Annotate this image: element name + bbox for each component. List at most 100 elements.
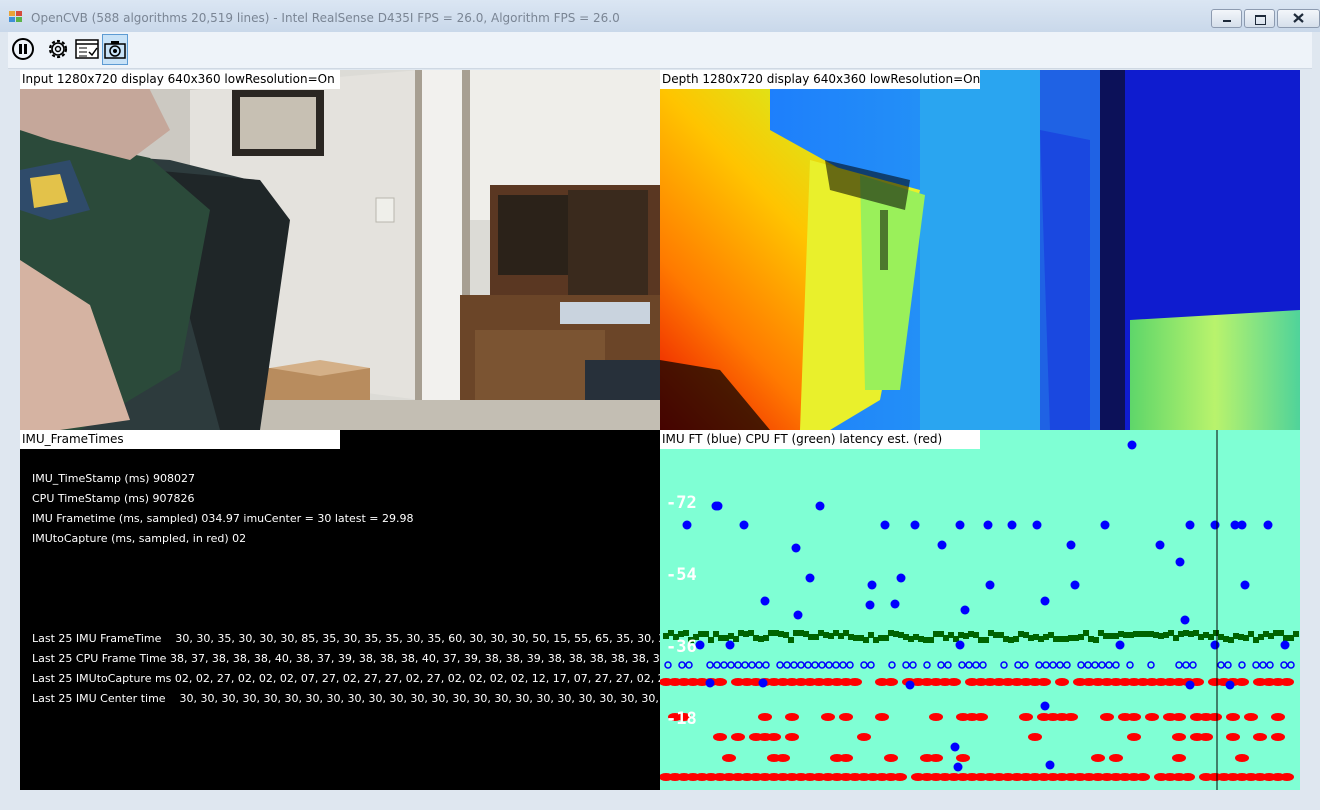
center-point: [888, 661, 896, 669]
close-button[interactable]: [1277, 9, 1320, 28]
center-point: [867, 661, 875, 669]
center-point: [958, 661, 966, 669]
imu-frametime-point: [791, 543, 801, 553]
latency-point: [1181, 773, 1195, 781]
settings-button[interactable]: [45, 34, 71, 65]
center-point: [1175, 661, 1183, 669]
latency-point: [713, 733, 727, 741]
latency-point: [785, 713, 799, 721]
tick-label-18: -18: [666, 709, 697, 729]
latency-point: [839, 754, 853, 762]
depth-panel[interactable]: Depth 1280x720 display 640x360 lowResolu…: [660, 70, 1300, 430]
camera-icon: [104, 41, 126, 59]
app-window-icon: [9, 11, 23, 23]
latency-point: [767, 733, 781, 741]
center-point: [804, 661, 812, 669]
input-image: [20, 70, 660, 430]
imu-frametime-point: [682, 520, 692, 530]
imu-frametime-point: [805, 573, 815, 583]
cpu-frametime-point: [708, 637, 714, 643]
imu-frametime-point: [793, 610, 803, 620]
center-point: [909, 661, 917, 669]
latency-point: [731, 733, 745, 741]
center-point: [979, 661, 987, 669]
center-point: [1035, 661, 1043, 669]
center-point: [713, 661, 721, 669]
imu-frametime-point: [1175, 557, 1185, 567]
center-point: [1238, 661, 1246, 669]
window-title: OpenCVB (588 algorithms 20,519 lines) - …: [31, 11, 620, 25]
title-bar: OpenCVB (588 algorithms 20,519 lines) - …: [0, 0, 1320, 32]
imu-frametime-point: [1007, 520, 1017, 530]
imu-frametime-point: [905, 680, 915, 690]
imu-frametime-point: [867, 580, 877, 590]
center-point: [1259, 661, 1267, 669]
center-point: [1014, 661, 1022, 669]
imu-to-capture-text: IMUtoCapture (ms, sampled, in red) 02: [32, 532, 247, 545]
latency-point: [1037, 678, 1051, 686]
tick-label-54: -54: [666, 565, 697, 585]
imu-frametime-point: [955, 520, 965, 530]
latency-point: [1019, 713, 1033, 721]
latency-point: [785, 733, 799, 741]
imu-frametime-point: [910, 520, 920, 530]
center-point: [783, 661, 791, 669]
input-panel[interactable]: Input 1280x720 display 640x360 lowResolu…: [20, 70, 660, 430]
center-point: [972, 661, 980, 669]
center-point: [1063, 661, 1071, 669]
latency-point: [1280, 773, 1294, 781]
center-point: [1280, 661, 1288, 669]
center-point: [685, 661, 693, 669]
center-point: [832, 661, 840, 669]
imu-frametime-point: [739, 520, 749, 530]
pause-button[interactable]: [10, 34, 36, 65]
center-point: [965, 661, 973, 669]
tick-label-36: -36: [666, 637, 697, 657]
latency-point: [1136, 773, 1150, 781]
center-point: [944, 661, 952, 669]
cpu-frametime-point: [788, 637, 794, 643]
plot-panel-label: IMU FT (blue) CPU FT (green) latency est…: [660, 430, 980, 449]
cpu-frametime-point: [703, 631, 709, 637]
imu-frametime-point: [1045, 760, 1055, 770]
center-point: [748, 661, 756, 669]
center-point: [923, 661, 931, 669]
center-point: [678, 661, 686, 669]
imu-frametime-point: [880, 520, 890, 530]
latency-point: [1226, 733, 1240, 741]
algorithm-list-button[interactable]: [74, 34, 100, 65]
latency-point: [1109, 754, 1123, 762]
center-point: [734, 661, 742, 669]
center-point: [1182, 661, 1190, 669]
minimize-button[interactable]: [1211, 9, 1242, 28]
imu-frametime-point: [1040, 596, 1050, 606]
latency-point: [884, 678, 898, 686]
center-point: [720, 661, 728, 669]
latency-point: [1226, 713, 1240, 721]
latency-point: [1208, 713, 1222, 721]
latency-point: [1055, 678, 1069, 686]
center-point: [797, 661, 805, 669]
latency-point: [839, 713, 853, 721]
latency-point: [1235, 678, 1249, 686]
maximize-button[interactable]: [1244, 9, 1275, 28]
frametime-plot-panel[interactable]: -72 -54 -36 -18 IMU FT (blue) CPU FT (gr…: [660, 430, 1300, 790]
imu-frametime-point: [1240, 580, 1250, 590]
last25-cpu-frametime: Last 25 CPU Frame Time 38, 37, 38, 38, 3…: [32, 652, 660, 665]
imu-frametime-point: [760, 596, 770, 606]
imu-frametime-point: [1066, 540, 1076, 550]
imu-frametime-point: [695, 640, 705, 650]
center-point: [1049, 661, 1057, 669]
center-point: [1217, 661, 1225, 669]
imu-timestamp-text: IMU_TimeStamp (ms) 908027: [32, 472, 195, 485]
cpu-frametime-point: [683, 630, 689, 636]
latency-point: [1172, 754, 1186, 762]
center-point: [811, 661, 819, 669]
checklist-icon: [75, 39, 99, 59]
snapshot-button[interactable]: [102, 34, 128, 65]
imu-frametimes-panel[interactable]: IMU_FrameTimes IMU_TimeStamp (ms) 908027…: [20, 430, 660, 790]
center-point: [790, 661, 798, 669]
center-point: [1077, 661, 1085, 669]
imu-frametime-point: [1185, 520, 1195, 530]
last25-imu-to-capture: Last 25 IMUtoCapture ms 02, 02, 27, 02, …: [32, 672, 660, 685]
